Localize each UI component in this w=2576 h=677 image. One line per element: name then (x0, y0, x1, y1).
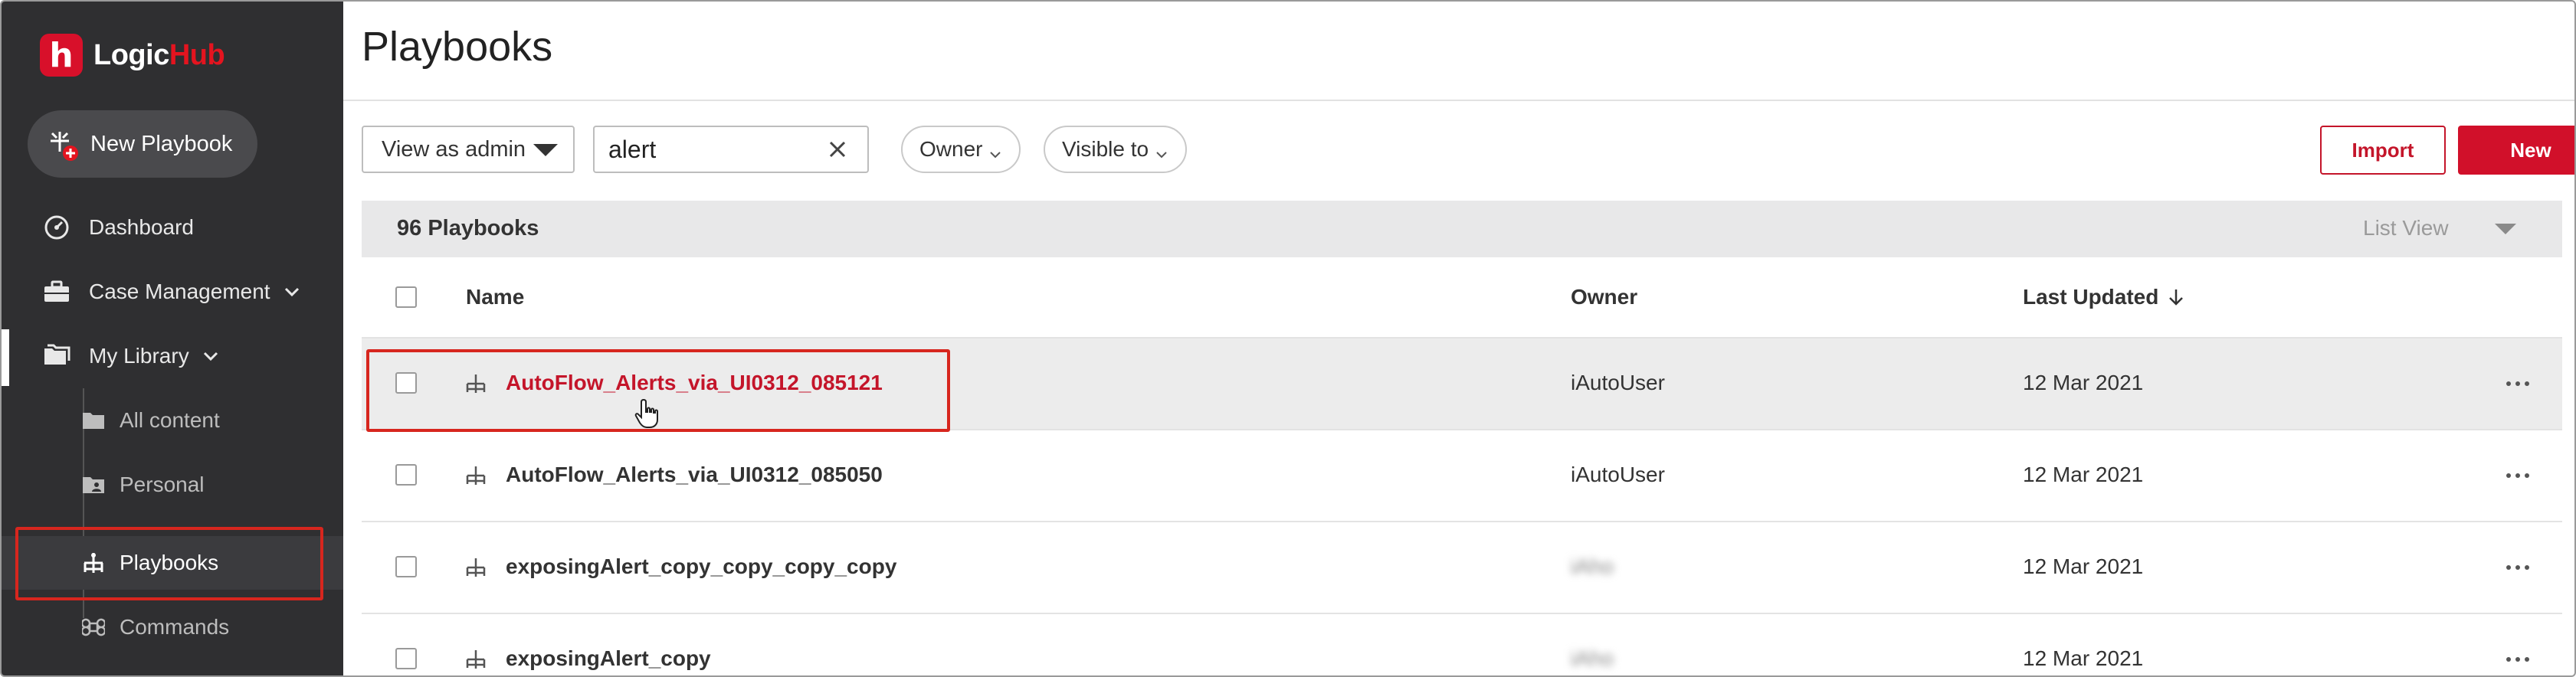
visible-to-filter[interactable]: Visible to (1044, 126, 1188, 173)
sidebar-item-personal[interactable]: Personal (2, 458, 343, 512)
table-row[interactable]: AutoFlow_Alerts_via_UI0312_085050 iAutoU… (362, 430, 2562, 522)
row-updated: 12 Mar 2021 (2023, 646, 2144, 670)
chevron-down-icon[interactable] (200, 345, 221, 367)
gauge-icon (41, 212, 72, 243)
row-checkbox[interactable] (395, 556, 417, 577)
column-name[interactable]: Name (466, 285, 524, 309)
clear-icon[interactable] (826, 138, 849, 161)
row-updated: 12 Mar 2021 (2023, 554, 2144, 578)
sidebar-item-label: All content (120, 408, 220, 432)
annotation-highlight-sidebar (15, 527, 323, 600)
table-row[interactable]: exposingAlert_copy iAho 12 Mar 2021 (362, 614, 2562, 675)
import-button[interactable]: Import (2320, 126, 2446, 175)
more-options-icon[interactable] (2502, 464, 2533, 487)
new-playbook-button[interactable]: New Playbook (28, 110, 257, 178)
nav-dashboard-label: Dashboard (89, 215, 194, 239)
table-header: Name Owner Last Updated (362, 257, 2562, 338)
logo[interactable]: h LogicHub (40, 34, 225, 77)
chevron-down-icon (1155, 142, 1168, 159)
visible-to-filter-label: Visible to (1062, 137, 1149, 161)
nav-dashboard[interactable]: Dashboard (2, 201, 343, 254)
sort-arrow-down-icon[interactable] (2166, 287, 2186, 307)
column-owner[interactable]: Owner (1571, 285, 1637, 309)
more-options-icon[interactable] (2502, 648, 2533, 671)
playbook-icon (464, 648, 487, 671)
new-button[interactable]: New (2458, 126, 2574, 175)
view-mode-select[interactable]: List View (2363, 216, 2449, 240)
nav-my-library-label: My Library (89, 344, 189, 368)
column-last-updated[interactable]: Last Updated (2023, 285, 2186, 309)
row-checkbox[interactable] (395, 648, 417, 669)
chevron-down-icon (988, 142, 1002, 159)
new-playbook-label: New Playbook (90, 131, 233, 156)
search-input[interactable]: alert (593, 126, 869, 173)
more-options-icon[interactable] (2502, 556, 2533, 579)
sidebar-item-all-content[interactable]: All content (2, 394, 343, 447)
logo-mark: h (40, 34, 83, 77)
row-updated: 12 Mar 2021 (2023, 463, 2144, 486)
owner-filter[interactable]: Owner (901, 126, 1021, 173)
hand-cursor-icon (634, 398, 660, 429)
row-owner: iAutoUser (1571, 463, 1665, 486)
row-owner: iAutoUser (1571, 371, 1665, 394)
logo-text: LogicHub (93, 38, 225, 71)
main-content: Playbooks View as admin alert Owner Visi… (343, 2, 2574, 675)
sidebar-item-label: Commands (120, 615, 230, 639)
playbook-name-link[interactable]: AutoFlow_Alerts_via_UI0312_085050 (506, 463, 883, 487)
divider (343, 100, 2574, 101)
sidebar-item-commands[interactable]: Commands (2, 600, 343, 654)
app-window: h LogicHub New Playbook Dashboard Case M… (0, 0, 2576, 677)
caret-down-icon[interactable] (2495, 224, 2516, 234)
sidebar-item-label: Personal (120, 473, 205, 496)
search-value: alert (608, 135, 657, 163)
user-folder-icon (78, 469, 109, 500)
folder-icon (78, 405, 109, 436)
playbook-name-link[interactable]: exposingAlert_copy (506, 646, 711, 671)
playbook-count: 96 Playbooks (397, 216, 539, 240)
row-checkbox[interactable] (395, 464, 417, 486)
nav-case-management[interactable]: Case Management (2, 265, 343, 319)
view-as-select[interactable]: View as admin (362, 126, 575, 173)
select-all-checkbox[interactable] (395, 286, 417, 308)
table-summary-bar: 96 Playbooks List View (362, 201, 2562, 257)
page-title: Playbooks (362, 24, 553, 70)
playbook-icon (464, 556, 487, 579)
owner-filter-label: Owner (919, 137, 983, 161)
briefcase-icon (41, 276, 72, 307)
nav-my-library[interactable]: My Library (2, 329, 343, 383)
folders-icon (41, 341, 72, 371)
row-owner: iAho (1571, 646, 1614, 670)
chevron-down-icon[interactable] (281, 281, 303, 303)
playbook-icon (464, 464, 487, 487)
row-updated: 12 Mar 2021 (2023, 371, 2144, 394)
row-owner: iAho (1571, 554, 1614, 578)
more-options-icon[interactable] (2502, 372, 2533, 395)
new-playbook-icon (44, 126, 81, 162)
view-as-value: View as admin (382, 136, 526, 162)
caret-down-icon (533, 144, 558, 156)
command-icon (78, 612, 109, 643)
playbook-name-link[interactable]: exposingAlert_copy_copy_copy_copy (506, 554, 896, 579)
table-row[interactable]: exposingAlert_copy_copy_copy_copy iAho 1… (362, 522, 2562, 614)
nav-case-management-label: Case Management (89, 280, 270, 303)
